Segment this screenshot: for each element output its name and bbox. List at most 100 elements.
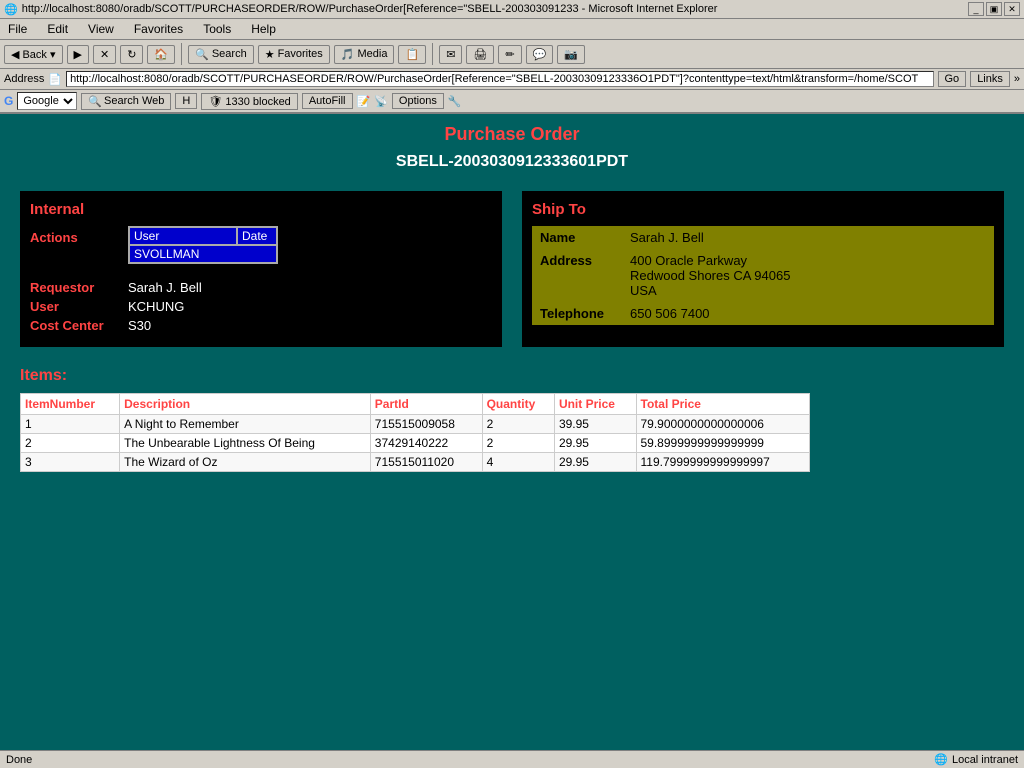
actions-row: Actions User Date xyxy=(30,226,492,272)
menu-view[interactable]: View xyxy=(84,21,118,37)
menu-bar: File Edit View Favorites Tools Help xyxy=(0,19,1024,40)
minimize-button[interactable]: _ xyxy=(968,2,984,16)
actions-user-input[interactable] xyxy=(129,245,277,263)
cell-unit_price: 39.95 xyxy=(554,415,636,434)
search-web-button[interactable]: 🔍 Search Web xyxy=(81,93,171,110)
blogger-icon: 📝 xyxy=(357,95,371,108)
ship-address-value: 400 Oracle Parkway Redwood Shores CA 940… xyxy=(622,249,994,302)
restore-button[interactable]: ▣ xyxy=(986,2,1002,16)
table-row: 3The Wizard of Oz715515011020429.95119.7… xyxy=(21,453,810,472)
cell-quantity: 4 xyxy=(482,453,554,472)
items-header-row: ItemNumber Description PartId Quantity U… xyxy=(21,394,810,415)
cell-item_number: 1 xyxy=(21,415,120,434)
edit-button[interactable]: ✏ xyxy=(498,45,521,64)
status-right: 🌐 Local intranet xyxy=(934,753,1018,766)
options-icon: 🔧 xyxy=(448,95,462,108)
actions-date-header: Date xyxy=(237,227,277,245)
messenger-button[interactable]: 📷 xyxy=(557,45,585,64)
table-row: 2The Unbearable Lightness Of Being374291… xyxy=(21,434,810,453)
browser-icon: 🌐 xyxy=(4,3,18,16)
mail-button[interactable]: ✉ xyxy=(439,45,462,64)
blocked-badge: 🛡 1330 blocked xyxy=(201,93,297,110)
zone-icon: 🌐 xyxy=(934,753,948,766)
menu-favorites[interactable]: Favorites xyxy=(130,21,187,37)
favorites-button[interactable]: ★ Favorites xyxy=(258,45,330,64)
cost-center-label: Cost Center xyxy=(30,318,120,333)
ship-telephone-label: Telephone xyxy=(532,302,622,325)
ship-address-row: Address 400 Oracle Parkway Redwood Shore… xyxy=(532,249,994,302)
cell-total_price: 79.9000000000000006 xyxy=(636,415,810,434)
requestor-label: Requestor xyxy=(30,280,120,295)
history-button[interactable]: 📋 xyxy=(398,45,426,64)
status-text: Done xyxy=(6,754,32,766)
discuss-button[interactable]: 💬 xyxy=(526,45,554,64)
media-button[interactable]: 🎵 Media xyxy=(334,45,395,64)
refresh-button[interactable]: ↻ xyxy=(120,45,143,64)
search-icon: 🔍 xyxy=(195,48,209,61)
address-input[interactable] xyxy=(66,71,933,87)
close-button[interactable]: ✕ xyxy=(1004,2,1020,16)
items-title: Items: xyxy=(20,367,1004,385)
menu-tools[interactable]: Tools xyxy=(199,21,235,37)
ship-address-label: Address xyxy=(532,249,622,302)
user-row: User KCHUNG xyxy=(30,299,492,314)
ship-to-title: Ship To xyxy=(532,201,994,218)
address-bar: Address 📄 Go Links » xyxy=(0,69,1024,90)
menu-help[interactable]: Help xyxy=(247,21,280,37)
stop-button[interactable]: ✕ xyxy=(93,45,116,64)
cell-part_id: 37429140222 xyxy=(370,434,482,453)
home-button[interactable]: 🏠 xyxy=(147,45,175,64)
forward-button[interactable]: ▶ xyxy=(67,45,89,64)
toolbar-separator-2 xyxy=(432,43,433,65)
go-button[interactable]: Go xyxy=(938,71,967,87)
user-value: KCHUNG xyxy=(128,299,184,314)
google-search-select[interactable]: Google xyxy=(17,92,77,110)
address-icon: 📄 xyxy=(48,73,62,86)
col-description: Description xyxy=(120,394,371,415)
actions-header: User Date xyxy=(129,227,277,245)
toolbar: ◀ Back ▾ ▶ ✕ ↻ 🏠 🔍 Search ★ Favorites 🎵 … xyxy=(0,40,1024,69)
ship-name-row: Name Sarah J. Bell xyxy=(532,226,994,249)
internal-section: Internal Actions User Date Requestor Sar… xyxy=(20,191,502,347)
google-extra-icon: 📡 xyxy=(374,95,388,108)
search-web-icon: 🔍 xyxy=(88,95,102,108)
forward-icon: ▶ xyxy=(74,48,82,61)
cell-item_number: 2 xyxy=(21,434,120,453)
ship-telephone-value: 650 506 7400 xyxy=(622,302,994,325)
home-icon: 🏠 xyxy=(154,48,168,61)
cost-center-value: S30 xyxy=(128,318,151,333)
ship-to-section: Ship To Name Sarah J. Bell Address 400 O… xyxy=(522,191,1004,347)
cell-item_number: 3 xyxy=(21,453,120,472)
highlight-button[interactable]: H xyxy=(175,93,197,109)
autofill-button[interactable]: AutoFill xyxy=(302,93,353,109)
requestor-row: Requestor Sarah J. Bell xyxy=(30,280,492,295)
star-icon: ★ xyxy=(265,48,275,61)
col-part-id: PartId xyxy=(370,394,482,415)
links-button[interactable]: Links xyxy=(970,71,1010,87)
cell-total_price: 119.7999999999999997 xyxy=(636,453,810,472)
menu-file[interactable]: File xyxy=(4,21,31,37)
window-title: http://localhost:8080/oradb/SCOTT/PURCHA… xyxy=(22,3,718,15)
internal-section-title: Internal xyxy=(30,201,492,218)
order-id: SBELL-2003030912333601PDT xyxy=(20,153,1004,171)
search-button[interactable]: 🔍 Search xyxy=(188,45,254,64)
print-button[interactable]: 🖨 xyxy=(466,45,494,64)
options-button[interactable]: Options xyxy=(392,93,444,109)
actions-table: User Date xyxy=(128,226,278,264)
actions-user-row xyxy=(129,245,277,263)
col-unit-price: Unit Price xyxy=(554,394,636,415)
address-label: Address xyxy=(4,73,44,85)
google-bar: G Google 🔍 Search Web H 🛡 1330 blocked A… xyxy=(0,90,1024,114)
google-logo: G xyxy=(4,94,13,108)
back-button[interactable]: ◀ Back ▾ xyxy=(4,45,63,64)
refresh-icon: ↻ xyxy=(127,48,136,61)
menu-edit[interactable]: Edit xyxy=(43,21,72,37)
back-icon: ◀ xyxy=(11,48,19,61)
cell-description: A Night to Remember xyxy=(120,415,371,434)
cell-description: The Unbearable Lightness Of Being xyxy=(120,434,371,453)
cell-part_id: 715515011020 xyxy=(370,453,482,472)
status-bar: Done 🌐 Local intranet xyxy=(0,750,1024,768)
toolbar-separator xyxy=(181,43,182,65)
title-bar: 🌐 http://localhost:8080/oradb/SCOTT/PURC… xyxy=(0,0,1024,19)
items-table: ItemNumber Description PartId Quantity U… xyxy=(20,393,810,472)
